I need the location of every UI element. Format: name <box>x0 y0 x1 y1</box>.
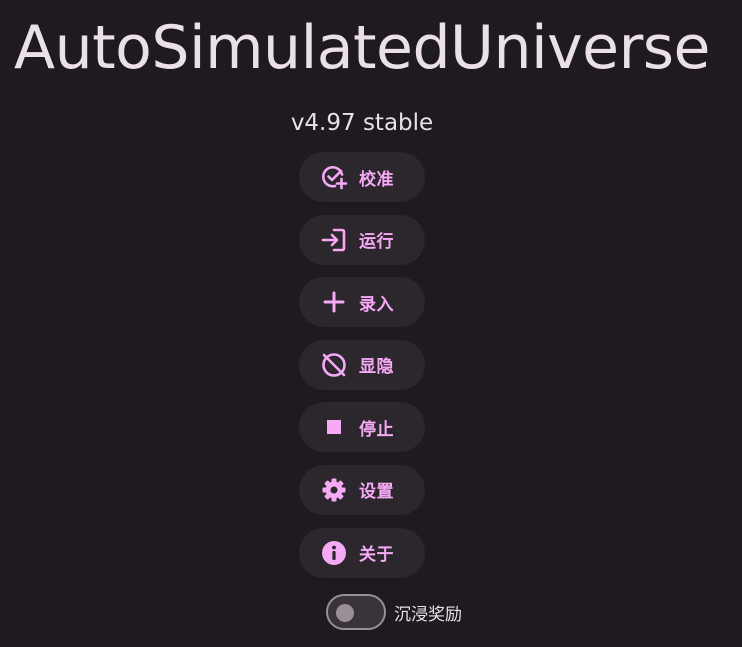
record-label: 录入 <box>359 294 394 315</box>
main-window: AutoSimulatedUniverse v4.97 stable 校准 运行 <box>0 0 742 647</box>
info-icon <box>319 538 349 568</box>
record-button[interactable]: 录入 <box>299 277 425 328</box>
stop-label: 停止 <box>359 419 394 440</box>
run-button[interactable]: 运行 <box>299 214 425 265</box>
plus-icon <box>319 287 349 317</box>
visibility-off-icon <box>319 350 349 380</box>
toggle-visibility-label: 显隐 <box>359 357 394 378</box>
immersion-reward-switch[interactable] <box>326 594 386 630</box>
run-label: 运行 <box>359 232 394 253</box>
about-button[interactable]: 关于 <box>299 527 425 578</box>
action-menu: 校准 运行 录入 显隐 停止 设置 关于 <box>299 152 425 590</box>
immersion-reward-label: 沉浸奖励 <box>394 604 462 625</box>
switch-knob <box>336 604 354 622</box>
gear-icon <box>319 475 349 505</box>
version-label: v4.97 stable <box>290 110 434 136</box>
calibrate-button[interactable]: 校准 <box>299 152 425 202</box>
calibrate-label: 校准 <box>359 169 394 190</box>
settings-button[interactable]: 设置 <box>299 464 425 515</box>
about-label: 关于 <box>359 545 394 566</box>
login-arrow-icon <box>319 225 349 255</box>
settings-label: 设置 <box>359 482 394 503</box>
calibrate-check-plus-icon <box>319 162 349 192</box>
toggle-visibility-button[interactable]: 显隐 <box>299 339 425 390</box>
immersion-reward-toggle-row: 沉浸奖励 <box>326 594 462 630</box>
app-title: AutoSimulatedUniverse <box>14 13 710 83</box>
stop-button[interactable]: 停止 <box>299 402 425 453</box>
stop-square-icon <box>319 412 349 442</box>
